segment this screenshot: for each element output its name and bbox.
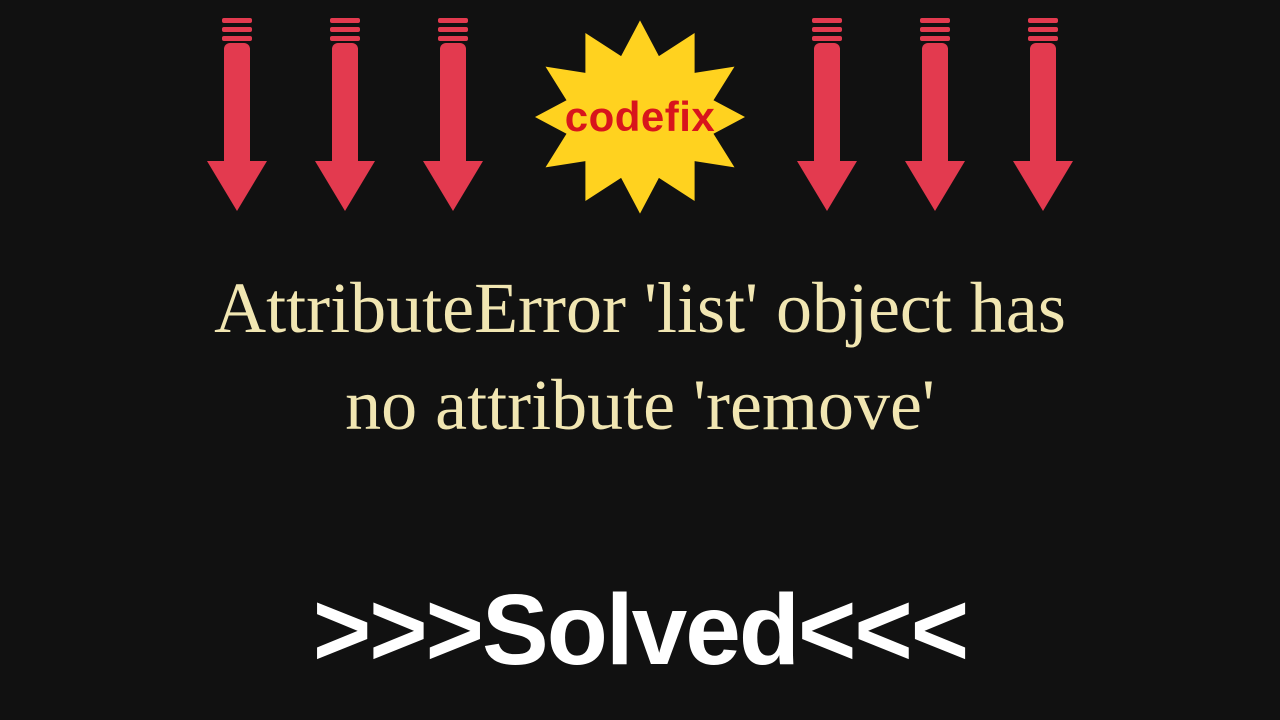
- arrow-down-icon: [801, 18, 853, 211]
- error-line-1: AttributeError 'list' object has: [0, 260, 1280, 357]
- starburst-badge: codefix: [535, 12, 745, 222]
- solved-word: Solved: [482, 574, 798, 686]
- arrow-down-icon: [427, 18, 479, 211]
- thumbnail-canvas: codefix AttributeError 'list' object has…: [0, 0, 1280, 720]
- error-message: AttributeError 'list' object has no attr…: [0, 260, 1280, 454]
- arrow-group-left: [211, 18, 479, 211]
- arrow-down-icon: [319, 18, 371, 211]
- error-line-2: no attribute 'remove': [0, 357, 1280, 454]
- chevron-left-icon: <<<: [798, 578, 967, 683]
- badge-label: codefix: [565, 93, 716, 141]
- arrow-down-icon: [1017, 18, 1069, 211]
- chevron-right-icon: >>>: [313, 578, 482, 683]
- arrow-row: codefix: [0, 18, 1280, 238]
- arrow-down-icon: [909, 18, 961, 211]
- arrow-group-right: [801, 18, 1069, 211]
- arrow-down-icon: [211, 18, 263, 211]
- solved-banner: >>>Solved<<<: [0, 580, 1280, 680]
